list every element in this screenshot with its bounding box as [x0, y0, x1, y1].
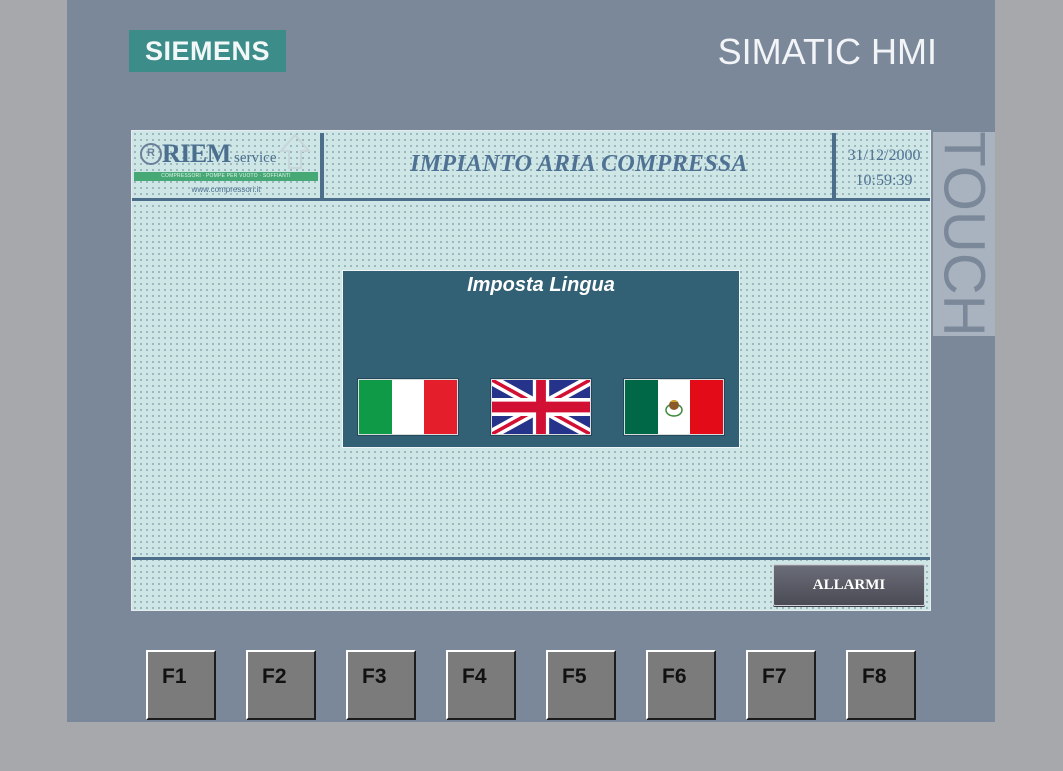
company-logo: R RIEM service COMPRESSORI · POMPE PER V…	[134, 133, 320, 197]
italian-language-button[interactable]	[358, 379, 458, 435]
function-key-f1[interactable]: F1	[146, 650, 216, 720]
italy-flag-icon	[391, 380, 425, 434]
hmi-device: SIEMENS SIMATIC HMI TOUCH R RIEM service…	[67, 0, 997, 722]
function-key-label: F5	[562, 665, 587, 688]
logo-url: www.compressori.it	[191, 185, 261, 194]
touch-label-text: TOUCH	[932, 131, 997, 337]
function-key-f5[interactable]: F5	[546, 650, 616, 720]
english-language-button[interactable]	[491, 379, 591, 435]
spanish-language-button[interactable]	[624, 379, 724, 435]
function-key-f7[interactable]: F7	[746, 650, 816, 720]
function-key-f2[interactable]: F2	[246, 650, 316, 720]
header-separator	[132, 198, 930, 201]
dialog-title: Imposta Lingua	[467, 274, 615, 296]
function-key-f8[interactable]: F8	[846, 650, 916, 720]
mexico-coat-of-arms-icon	[664, 400, 683, 417]
riem-emblem-icon: R	[140, 143, 162, 165]
model-label: SIMATIC HMI	[717, 31, 937, 72]
function-key-label: F6	[662, 665, 687, 688]
brand-logo: SIEMENS	[129, 30, 286, 72]
function-key-f6[interactable]: F6	[646, 650, 716, 720]
header-divider	[832, 133, 836, 199]
function-key-f3[interactable]: F3	[346, 650, 416, 720]
header-divider	[320, 133, 324, 199]
function-key-label: F4	[462, 665, 487, 688]
logo-name: RIEM	[162, 139, 231, 168]
function-key-label: F2	[262, 665, 287, 688]
touch-label: TOUCH	[932, 131, 997, 337]
hmi-screen: R RIEM service COMPRESSORI · POMPE PER V…	[131, 130, 931, 611]
function-key-f4[interactable]: F4	[446, 650, 516, 720]
alarms-button[interactable]: ALLARMI	[773, 564, 925, 606]
function-key-label: F1	[162, 665, 187, 688]
footer-separator	[132, 557, 930, 560]
up-arrow-icon	[278, 133, 312, 169]
italy-flag-icon	[359, 380, 392, 434]
function-key-label: F7	[762, 665, 787, 688]
date-display: 31/12/2000	[847, 147, 921, 164]
italy-flag-icon	[424, 380, 457, 434]
time-display: 10:59:39	[855, 172, 913, 189]
logo-suffix: service	[234, 150, 277, 166]
language-dialog: Imposta Lingua	[342, 270, 740, 448]
logo-tagline: COMPRESSORI · POMPE PER VUOTO · SOFFIANT…	[134, 172, 318, 181]
mexico-flag-icon	[625, 380, 658, 434]
page-title: IMPIANTO ARIA COMPRESSA	[410, 151, 748, 177]
function-key-label: F8	[862, 665, 887, 688]
function-key-label: F3	[362, 665, 387, 688]
mexico-flag-icon	[657, 380, 691, 434]
mexico-flag-icon	[690, 380, 723, 434]
uk-flag-icon	[492, 380, 590, 434]
